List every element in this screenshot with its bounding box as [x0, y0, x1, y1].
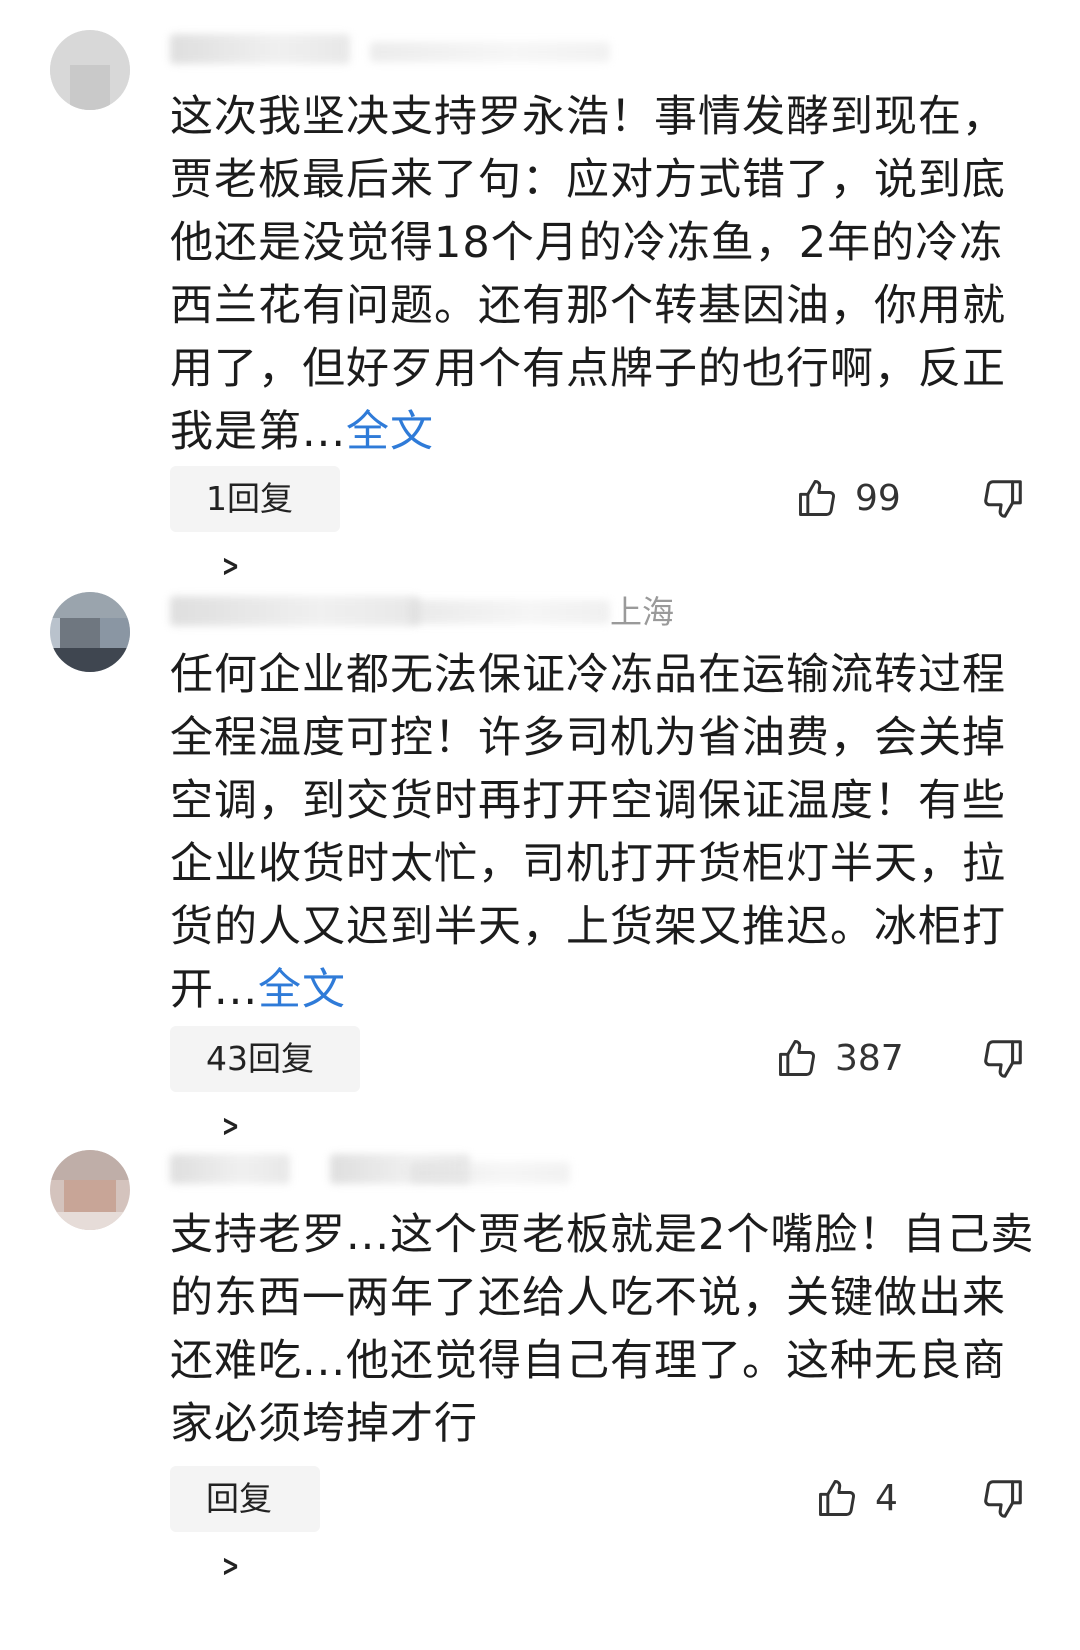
chevron-right-icon: > — [221, 1549, 240, 1584]
thumbs-up-icon — [779, 1040, 815, 1076]
expand-full-text-link[interactable]: 全文 — [258, 965, 346, 1015]
thumbs-down-icon — [984, 1480, 1022, 1518]
comment-text: 这次我坚决支持罗永浩！事情发酵到现在，贾老板最后来了句：应对方式错了，说到底他还… — [170, 92, 1006, 457]
comment-meta — [170, 1148, 630, 1196]
reply-button[interactable]: 回复 > — [170, 1466, 320, 1584]
like-button[interactable]: 387 — [775, 1028, 904, 1088]
username-blurred[interactable] — [170, 1154, 290, 1184]
thumbs-up-icon — [819, 1480, 855, 1516]
dislike-button[interactable] — [980, 1036, 1026, 1082]
reply-label: 1回复 — [206, 479, 293, 518]
dislike-button[interactable] — [980, 1476, 1026, 1522]
comment-text: 任何企业都无法保证冷冻品在运输流转过程全程温度可控！许多司机为省油费，会关掉空调… — [170, 650, 1006, 1015]
like-button[interactable]: 4 — [815, 1468, 898, 1528]
ip-location: 上海 — [610, 593, 675, 631]
username-blurred[interactable] — [170, 596, 420, 626]
comment-meta: 上海 — [170, 590, 730, 638]
username-blurred[interactable] — [170, 34, 350, 64]
like-button[interactable]: 99 — [795, 468, 901, 528]
avatar[interactable] — [50, 30, 130, 110]
expand-full-text-link[interactable]: 全文 — [346, 407, 434, 457]
reply-label: 回复 — [206, 1479, 272, 1518]
reply-label: 43回复 — [206, 1039, 314, 1078]
like-count: 387 — [835, 1037, 904, 1079]
thumbs-down-icon — [984, 1040, 1022, 1078]
avatar[interactable] — [50, 592, 130, 672]
dislike-button[interactable] — [980, 476, 1026, 522]
reply-button[interactable]: 43回复> — [170, 1026, 360, 1144]
like-count: 4 — [875, 1477, 898, 1519]
thumbs-down-icon — [984, 480, 1022, 518]
avatar[interactable] — [50, 1150, 130, 1230]
comment-text: 支持老罗...这个贾老板就是2个嘴脸！自己卖的东西一两年了还给人吃不说，关键做出… — [170, 1210, 1035, 1449]
like-count: 99 — [855, 477, 901, 519]
reply-button[interactable]: 1回复> — [170, 466, 340, 584]
thumbs-up-icon — [799, 480, 835, 516]
